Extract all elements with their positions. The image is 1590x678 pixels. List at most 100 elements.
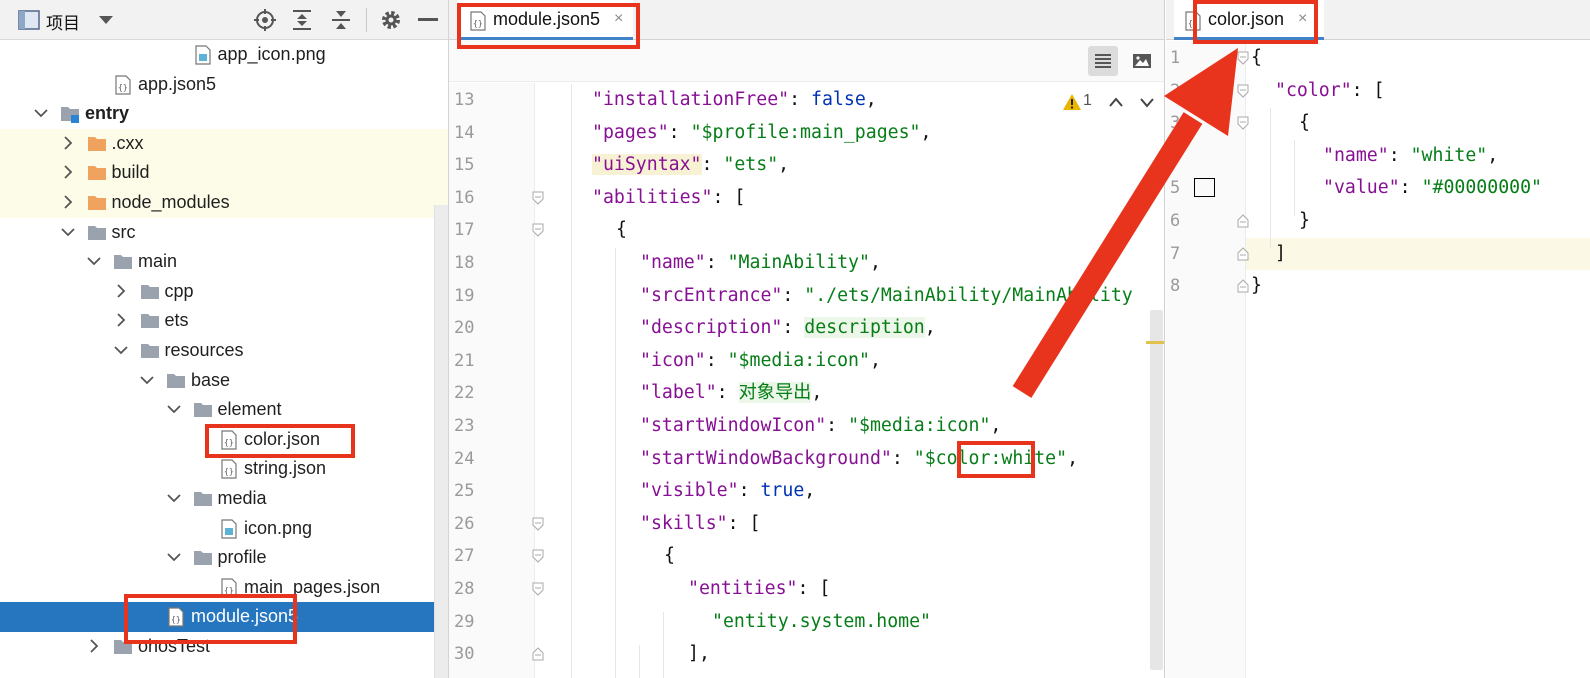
chevron-down-icon[interactable]	[166, 401, 182, 417]
fold-close-icon[interactable]	[1237, 279, 1249, 293]
scroll-warning-marker[interactable]	[1146, 341, 1164, 344]
editor-toolbar	[449, 40, 1164, 82]
fold-open-icon[interactable]	[1237, 84, 1249, 98]
code-token: {	[616, 219, 627, 241]
chevron-down-icon[interactable]	[60, 224, 76, 240]
line-number: 21	[454, 350, 475, 371]
line-number: 3	[1170, 113, 1181, 134]
line-number: 6	[1170, 211, 1181, 231]
line-number: 22	[454, 383, 475, 404]
json-file-icon: {}	[1185, 11, 1201, 31]
chevron-down-icon[interactable]	[113, 342, 129, 358]
fold-open-icon[interactable]	[1237, 116, 1249, 130]
chevron-right-icon[interactable]	[113, 283, 129, 299]
project-panel-header: 项目	[0, 0, 448, 40]
tree-item-icon-png[interactable]: icon.png	[0, 514, 448, 544]
fold-open-icon[interactable]	[532, 223, 544, 238]
tree-item-app-json5[interactable]: {} app.json5	[0, 70, 448, 100]
code-line: "installationFree": false,	[592, 84, 877, 116]
tab-label: module.json5	[493, 9, 601, 29]
tree-item-color-json[interactable]: {} color.json	[0, 425, 448, 455]
fold-open-icon[interactable]	[1237, 51, 1249, 65]
code-token: ,	[865, 89, 877, 110]
chevron-down-icon[interactable]	[166, 490, 182, 506]
tab-module-json5[interactable]: {} module.json5 ×	[457, 0, 633, 40]
fold-close-icon[interactable]	[532, 647, 544, 661]
fold-open-icon[interactable]	[532, 517, 544, 531]
tree-item-cpp[interactable]: cpp	[0, 277, 448, 307]
chevron-right-icon[interactable]	[86, 638, 102, 654]
tree-item-entry[interactable]: entry	[0, 99, 448, 129]
line-number: 1	[1170, 48, 1181, 68]
tree-item-element[interactable]: element	[0, 395, 448, 425]
text-view-button[interactable]	[1088, 46, 1118, 76]
fold-open-icon[interactable]	[532, 191, 544, 205]
tree-item-module-json5[interactable]: {} module.json5	[0, 602, 448, 632]
tree-item-ets[interactable]: ets	[0, 306, 448, 336]
close-icon[interactable]: ×	[614, 10, 623, 28]
tree-item-base[interactable]: base	[0, 366, 448, 396]
chevron-right-icon[interactable]	[113, 312, 129, 328]
warning-count[interactable]: 1	[1083, 92, 1092, 110]
chevron-right-icon[interactable]	[60, 135, 76, 151]
line-number-gutter	[1166, 41, 1246, 678]
gear-icon[interactable]	[379, 8, 403, 32]
line-number: 18	[454, 253, 475, 273]
preview-button[interactable]	[1127, 46, 1157, 76]
tree-scrollbar[interactable]	[434, 205, 448, 678]
fold-close-icon[interactable]	[1237, 214, 1249, 228]
fold-open-icon[interactable]	[532, 582, 544, 596]
code-token: "visible"	[640, 480, 739, 502]
chevron-up-icon[interactable]	[1108, 95, 1124, 109]
close-icon[interactable]: ×	[1298, 10, 1307, 28]
code-token: "label"	[640, 382, 717, 404]
fold-open-icon[interactable]	[532, 549, 544, 564]
line-number: 4	[1170, 145, 1181, 166]
chevron-right-icon[interactable]	[60, 194, 76, 210]
tree-item-string-json[interactable]: {} string.json	[0, 454, 448, 484]
tree-item-build[interactable]: build	[0, 158, 448, 188]
code-token: :	[782, 284, 805, 306]
project-view-icon[interactable]	[18, 10, 40, 30]
chevron-down-icon[interactable]	[166, 549, 182, 565]
code-token: "srcEntrance"	[640, 284, 783, 306]
folder-icon	[193, 403, 212, 418]
line-number: 24	[454, 448, 475, 469]
tree-item-src[interactable]: src	[0, 218, 448, 248]
collapse-all-icon[interactable]	[330, 9, 352, 31]
fold-close-icon[interactable]	[1237, 246, 1249, 261]
indent-guide	[615, 248, 616, 678]
code-line: {	[1251, 42, 1262, 74]
chevron-down-icon[interactable]	[1139, 95, 1155, 109]
chevron-down-icon[interactable]	[98, 15, 114, 25]
minimize-icon[interactable]	[418, 18, 438, 22]
chevron-down-icon[interactable]	[33, 105, 49, 121]
project-panel-title[interactable]: 项目	[46, 9, 80, 34]
chevron-down-icon[interactable]	[86, 253, 102, 269]
tree-item-ohostest[interactable]: ohosTest	[0, 632, 448, 662]
folder-icon	[140, 314, 159, 329]
tree-item-cxx[interactable]: .cxx	[0, 128, 448, 159]
expand-all-icon[interactable]	[291, 9, 313, 31]
chevron-right-icon[interactable]	[60, 164, 76, 180]
tree-item-node-modules[interactable]: node_modules	[0, 188, 448, 218]
tab-color-json[interactable]: {} color.json ×	[1174, 0, 1324, 40]
code-token: }	[1299, 210, 1310, 231]
folder-icon	[114, 640, 132, 654]
tree-item-label: color.json	[244, 428, 321, 449]
line-number: 29	[454, 611, 475, 632]
locate-icon[interactable]	[253, 8, 277, 32]
svg-text:{}: {}	[473, 19, 483, 28]
code-token: :	[668, 121, 691, 143]
tree-item-profile[interactable]: profile	[0, 543, 448, 573]
code-line: "entity.system.home"	[712, 606, 931, 638]
chevron-down-icon[interactable]	[139, 372, 155, 388]
editor-scrollbar[interactable]	[1150, 310, 1163, 670]
tree-item-app-icon-png[interactable]: app_icon.png	[0, 40, 448, 70]
tree-item-main[interactable]: main	[0, 247, 448, 277]
tree-item-main-pages-json[interactable]: {} main_pages.json	[0, 573, 448, 603]
json-file-icon: {}	[168, 607, 184, 627]
color-swatch[interactable]	[1194, 178, 1215, 197]
tree-item-media[interactable]: media	[0, 484, 448, 514]
tree-item-resources[interactable]: resources	[0, 336, 448, 366]
